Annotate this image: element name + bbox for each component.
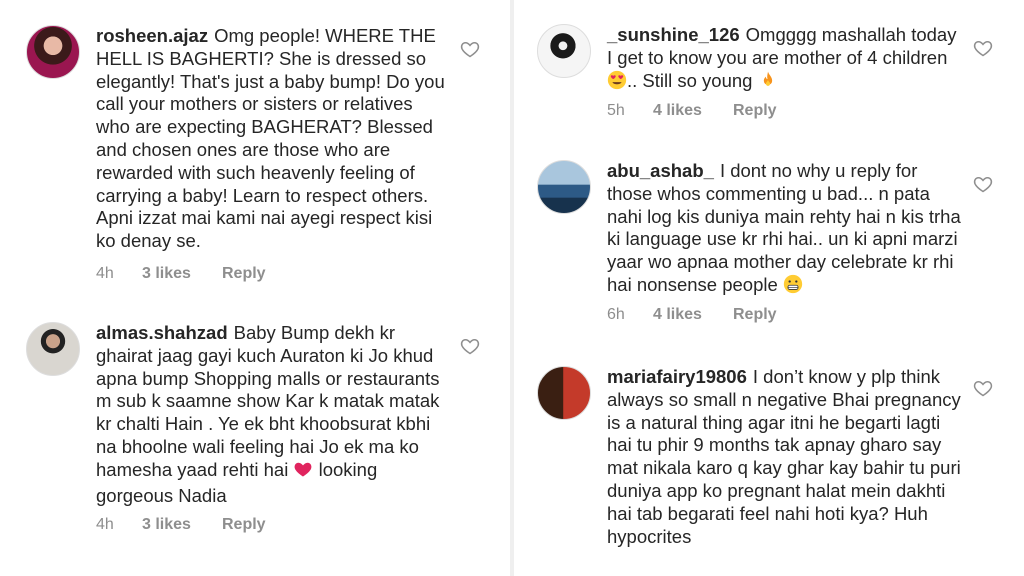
reply-button[interactable]: Reply	[222, 265, 266, 283]
like-heart-icon[interactable]	[973, 378, 993, 398]
avatar[interactable]	[26, 322, 80, 376]
comment-meta: 4h 3 likes Reply	[96, 265, 266, 283]
left-comments-panel: rosheen.ajaz Omg people! WHERE THE HELL I…	[0, 0, 510, 576]
like-heart-icon[interactable]	[973, 38, 993, 58]
comment-username[interactable]: rosheen.ajaz	[96, 25, 208, 46]
red-heart-emoji-icon	[293, 459, 313, 485]
reply-button[interactable]: Reply	[222, 516, 266, 534]
comment-text: Baby Bump dekh kr ghairat jaag gayi kuch…	[96, 322, 440, 480]
comment-meta: 4h 3 likes Reply	[96, 516, 266, 534]
like-heart-icon[interactable]	[973, 174, 993, 194]
comment-text-tail: .. Still so young	[627, 69, 753, 91]
comment-likes[interactable]: 4 likes	[653, 306, 733, 324]
comment-likes[interactable]: 3 likes	[142, 516, 222, 534]
comment-text: Omg people! WHERE THE HELL IS BAGHERTI? …	[96, 25, 445, 252]
avatar[interactable]	[537, 160, 591, 214]
comment-username[interactable]: _sunshine_126	[607, 24, 740, 45]
reply-button[interactable]: Reply	[733, 102, 777, 120]
comment-meta: 6h 4 likes Reply	[607, 306, 777, 324]
comment-time: 4h	[96, 265, 114, 282]
heart-eyes-emoji-icon	[607, 70, 627, 96]
comment-likes[interactable]: 4 likes	[653, 102, 733, 120]
reply-button[interactable]: Reply	[733, 306, 777, 324]
comment-time: 5h	[607, 102, 625, 119]
comment-likes[interactable]: 3 likes	[142, 265, 222, 283]
avatar[interactable]	[26, 25, 80, 79]
avatar[interactable]	[537, 366, 591, 420]
right-comments-panel: _sunshine_126 Omgggg mashallah today I ge…	[514, 0, 1024, 576]
avatar[interactable]	[537, 24, 591, 78]
fire-emoji-icon	[758, 70, 778, 96]
comment-meta: 5h 4 likes Reply	[607, 102, 777, 120]
comment-username[interactable]: almas.shahzad	[96, 322, 228, 343]
like-heart-icon[interactable]	[460, 39, 480, 59]
grimacing-emoji-icon	[783, 274, 803, 300]
comment-text: I don’t know y plp think always so small…	[607, 366, 961, 547]
comment-username[interactable]: mariafairy19806	[607, 366, 747, 387]
comment-time: 4h	[96, 516, 114, 533]
comment-time: 6h	[607, 306, 625, 323]
like-heart-icon[interactable]	[460, 336, 480, 356]
comment-username[interactable]: abu_ashab_	[607, 160, 714, 181]
